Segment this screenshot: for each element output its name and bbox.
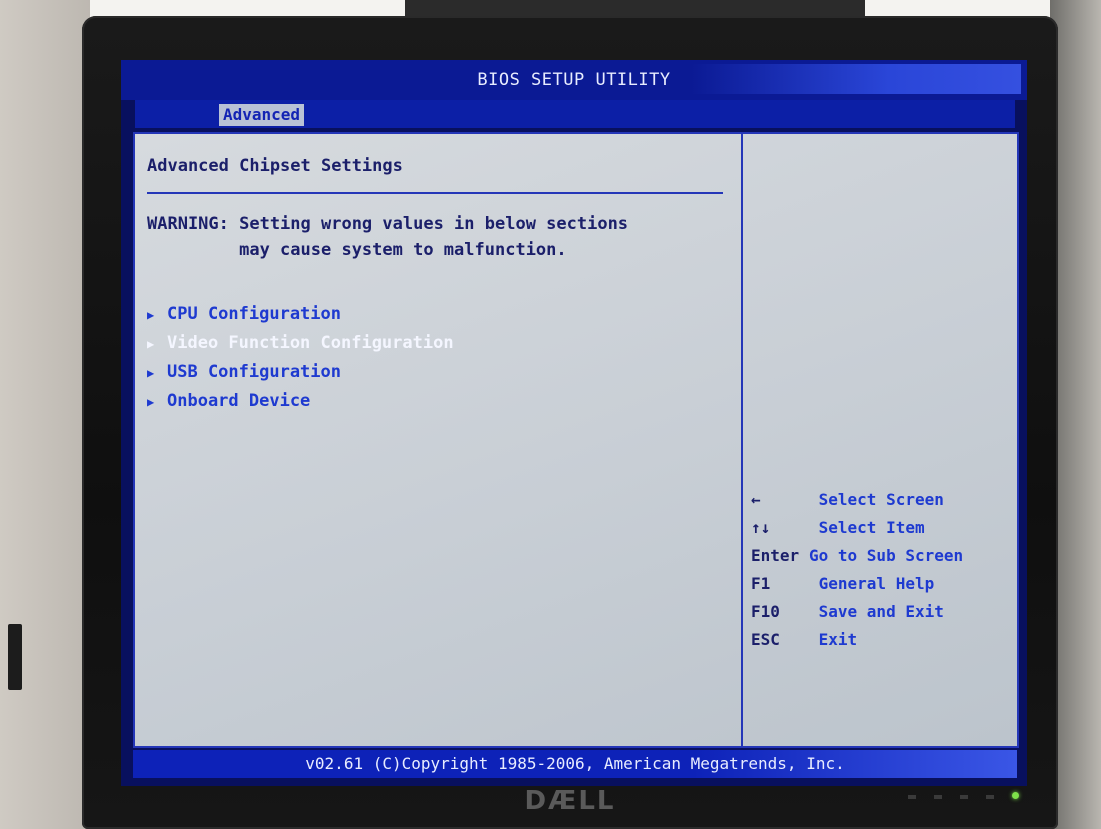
panel-divider	[741, 134, 743, 746]
tab-advanced[interactable]: Advanced	[219, 104, 305, 126]
monitor-button[interactable]	[986, 795, 994, 799]
monitor-button[interactable]	[960, 795, 968, 799]
background-wall-left	[0, 0, 90, 829]
help-row-enter: Enter Go to Sub Screen	[751, 546, 964, 565]
help-row-f1: F1 General Help	[751, 574, 935, 593]
bios-screen: BIOS SETUP UTILITY Advanced Advanced Chi…	[121, 60, 1027, 786]
key-help-panel: ← Select Screen ↑↓ Select Item Enter Go t…	[751, 486, 1013, 654]
footer-bar: v02.61 (C)Copyright 1985-2006, American …	[133, 750, 1017, 778]
warning-text: WARNING: Setting wrong values in below s…	[147, 214, 629, 234]
monitor-brand-logo: DÆLL	[524, 786, 616, 816]
title-bar: BIOS SETUP UTILITY	[121, 60, 1027, 100]
warning-text-continued: may cause system to malfunction.	[147, 240, 567, 260]
bios-title: BIOS SETUP UTILITY	[477, 70, 671, 90]
monitor-button[interactable]	[934, 795, 942, 799]
left-bracket	[8, 624, 22, 690]
menu-item-video-function-configuration[interactable]: ▶ Video Function Configuration	[147, 329, 454, 358]
section-divider	[147, 192, 723, 194]
help-row-select-item: ↑↓ Select Item	[751, 514, 1013, 542]
power-led-icon[interactable]	[1012, 792, 1019, 799]
copyright-text: v02.61 (C)Copyright 1985-2006, American …	[305, 754, 845, 773]
monitor-button[interactable]	[908, 795, 916, 799]
top-dark-strip	[405, 0, 865, 16]
section-title: Advanced Chipset Settings	[147, 156, 403, 176]
submenu-arrow-icon: ▶	[147, 337, 155, 351]
help-row-f10: F10 Save and Exit	[751, 602, 944, 621]
menu-item-onboard-device[interactable]: ▶ Onboard Device	[147, 387, 454, 416]
help-row-esc: ESC Exit	[751, 630, 858, 649]
menu-item-cpu-configuration[interactable]: ▶ CPU Configuration	[147, 300, 454, 329]
submenu-list: ▶ CPU Configuration ▶ Video Function Confi…	[147, 300, 454, 416]
up-down-arrow-icon: ↑↓	[751, 518, 771, 537]
submenu-arrow-icon: ▶	[147, 308, 155, 322]
submenu-arrow-icon: ▶	[147, 366, 155, 380]
menu-item-usb-configuration[interactable]: ▶ USB Configuration	[147, 358, 454, 387]
main-panel: Advanced Chipset Settings WARNING: Setti…	[133, 132, 1019, 748]
left-arrow-icon: ←	[751, 490, 761, 509]
help-row-select-screen: ← Select Screen	[751, 486, 1013, 514]
submenu-arrow-icon: ▶	[147, 395, 155, 409]
